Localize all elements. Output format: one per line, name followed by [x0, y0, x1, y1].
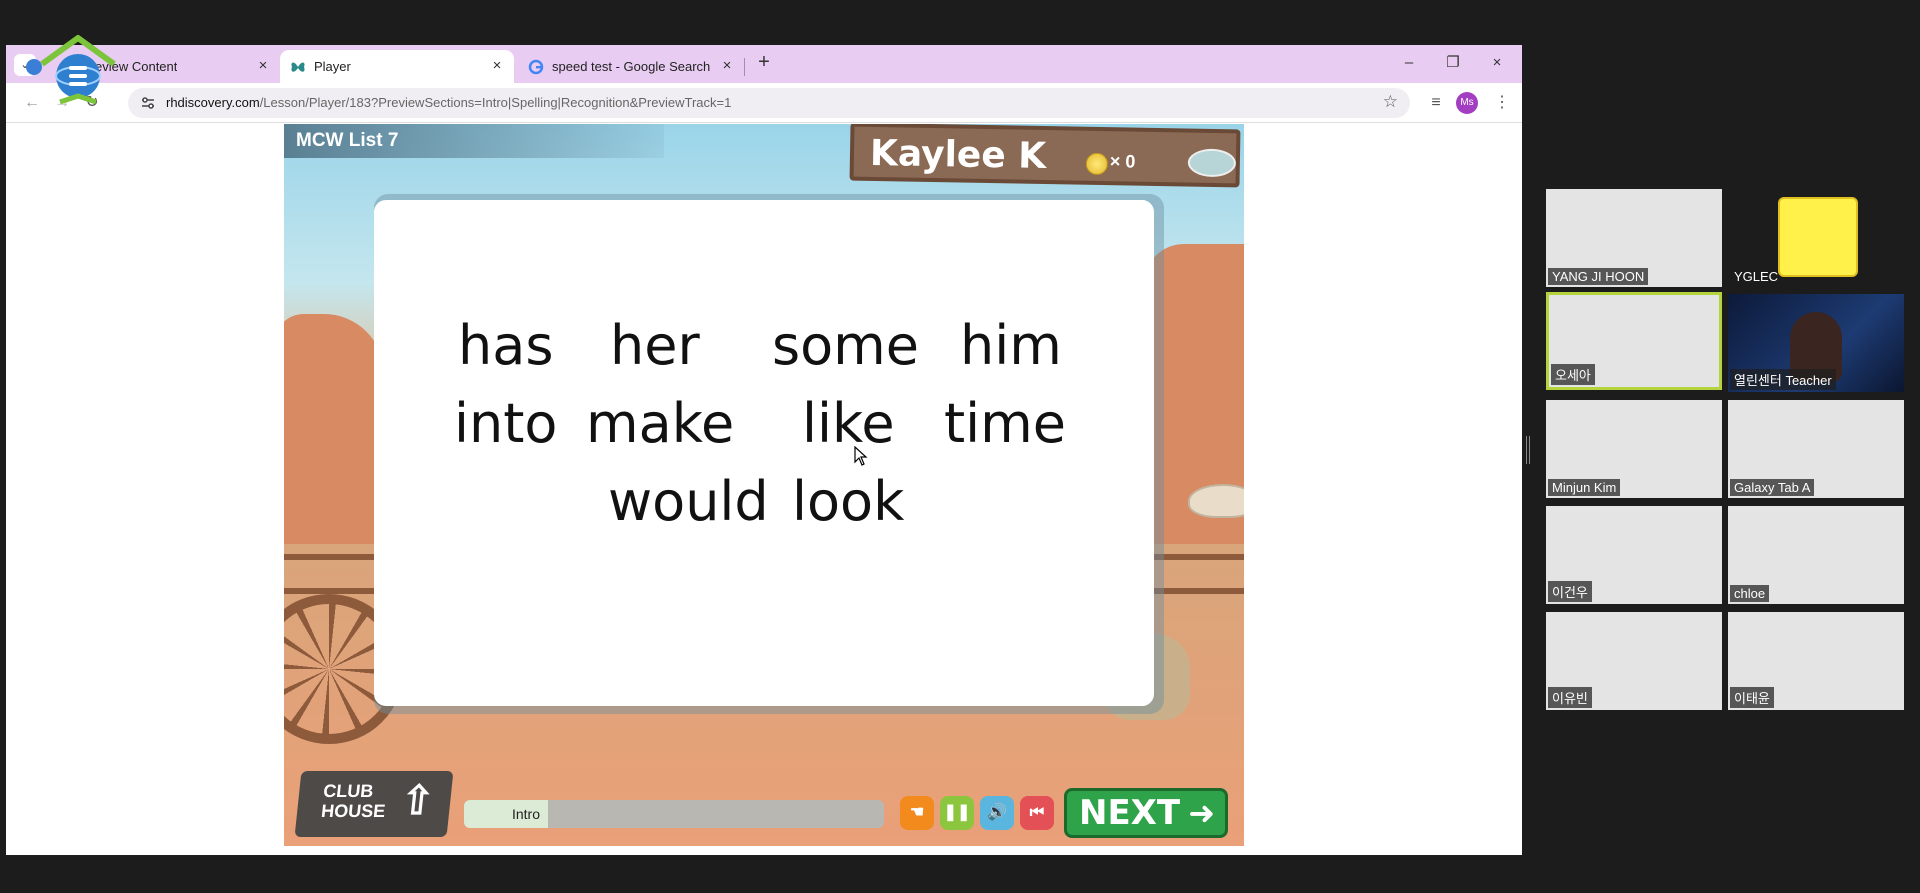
- sight-word[interactable]: some: [772, 314, 919, 377]
- close-tab-icon[interactable]: ×: [718, 57, 736, 74]
- participant-tile[interactable]: 열린센터 Teacher: [1728, 294, 1904, 392]
- tab-title: speed test - Google Search: [552, 59, 711, 74]
- list-title: MCW List 7: [284, 124, 664, 158]
- new-tab-button[interactable]: +: [752, 51, 776, 74]
- school-logo-icon: [40, 35, 116, 105]
- player-name-sign: Kaylee K × 0: [849, 124, 1241, 188]
- participant-name: 열린센터 Teacher: [1730, 369, 1836, 390]
- pause-icon: ❚❚: [943, 804, 971, 821]
- participant-tile[interactable]: Minjun Kim: [1546, 400, 1722, 498]
- sight-word[interactable]: has: [458, 314, 553, 377]
- close-tab-icon[interactable]: ×: [488, 57, 506, 74]
- pause-button[interactable]: ❚❚: [940, 796, 974, 830]
- participant-tile[interactable]: YANG JI HOON: [1546, 189, 1722, 287]
- participant-name: 이유빈: [1548, 687, 1592, 708]
- participant-tile[interactable]: 이유빈: [1546, 612, 1722, 710]
- sight-word[interactable]: time: [944, 392, 1066, 455]
- word-card: has her some him into make like time wou…: [374, 200, 1154, 706]
- browser-window: ⌄ Preview Content × Player × speed test …: [6, 45, 1522, 855]
- tab-title: Player: [314, 59, 351, 74]
- menu-kebab-icon[interactable]: ⋮: [1490, 91, 1514, 115]
- browser-toolbar: ← → ↻ rhdiscovery.com/Lesson/Player/183?…: [6, 83, 1522, 123]
- google-favicon-icon: [528, 59, 544, 74]
- sight-word[interactable]: into: [454, 392, 557, 455]
- participant-name: YANG JI HOON: [1548, 268, 1649, 285]
- section-progress-bar: Intro: [464, 800, 884, 828]
- avatar-badge-icon: [1187, 148, 1237, 178]
- participant-name: 이건우: [1548, 581, 1592, 602]
- tab-strip: ⌄ Preview Content × Player × speed test …: [6, 45, 1522, 83]
- url-text: rhdiscovery.com/Lesson/Player/183?Previe…: [166, 95, 732, 110]
- restart-button[interactable]: ⏮: [1020, 796, 1054, 830]
- sight-word[interactable]: make: [586, 392, 734, 455]
- screen: ⌄ Preview Content × Player × speed test …: [0, 0, 1920, 893]
- speaker-icon: 🔊: [987, 804, 1007, 821]
- coin-icon: [1085, 152, 1109, 176]
- lesson-player: MCW List 7 Kaylee K × 0 has her some him…: [284, 124, 1244, 846]
- participant-tile[interactable]: 이태윤: [1728, 612, 1904, 710]
- clubhouse-button[interactable]: CLUB HOUSE ⇧: [294, 771, 454, 837]
- participant-name: Galaxy Tab A: [1730, 479, 1815, 496]
- participant-tile[interactable]: Galaxy Tab A: [1728, 400, 1904, 498]
- audio-button[interactable]: 🔊: [980, 796, 1014, 830]
- minimize-button[interactable]: –: [1394, 50, 1424, 76]
- mesa-decoration: [284, 314, 384, 564]
- participant-name: chloe: [1730, 585, 1770, 602]
- page-content: MCW List 7 Kaylee K × 0 has her some him…: [6, 124, 1522, 855]
- participant-name: YGLEC: [1734, 269, 1779, 284]
- profile-avatar[interactable]: Ms: [1456, 92, 1478, 114]
- participant-name: Minjun Kim: [1548, 479, 1621, 496]
- progress-section-label: Intro: [511, 806, 540, 822]
- tab-speed-test[interactable]: speed test - Google Search ×: [518, 50, 744, 83]
- participant-tile[interactable]: chloe: [1728, 506, 1904, 604]
- participant-tile[interactable]: YGLEC: [1728, 189, 1904, 287]
- participant-tile[interactable]: 이건우: [1546, 506, 1722, 604]
- right-arrow-icon: ➜: [1188, 794, 1215, 832]
- participant-tile-active-speaker[interactable]: 오세아: [1546, 292, 1722, 390]
- next-label: NEXT: [1079, 793, 1181, 833]
- sight-word[interactable]: her: [610, 314, 700, 377]
- skip-back-icon: ⏮: [1029, 804, 1045, 821]
- cowboy-hat-icon: [1188, 484, 1244, 518]
- hand-pointer-button[interactable]: ☚: [900, 796, 934, 830]
- player-name: Kaylee K: [869, 132, 1047, 178]
- sight-word[interactable]: would: [608, 470, 769, 533]
- site-info-icon[interactable]: [140, 95, 156, 111]
- sight-word[interactable]: him: [960, 314, 1062, 377]
- close-tab-icon[interactable]: ×: [254, 57, 272, 74]
- mouse-cursor-icon: [854, 446, 868, 466]
- tab-player[interactable]: Player ×: [280, 50, 514, 83]
- participant-name: 오세아: [1551, 364, 1595, 385]
- sight-word[interactable]: look: [792, 470, 904, 533]
- restore-button[interactable]: ❐: [1438, 50, 1468, 76]
- media-controls-icon[interactable]: ≡: [1424, 91, 1448, 115]
- close-window-button[interactable]: ×: [1482, 50, 1512, 76]
- hand-icon: ☚: [909, 804, 925, 821]
- coin-count: × 0: [1109, 151, 1136, 172]
- next-button[interactable]: NEXT ➜: [1064, 788, 1228, 838]
- address-bar[interactable]: rhdiscovery.com/Lesson/Player/183?Previe…: [128, 88, 1410, 118]
- spongebob-avatar: [1778, 197, 1858, 277]
- participant-name: 이태윤: [1730, 687, 1774, 708]
- bookmark-star-icon[interactable]: ☆: [1383, 92, 1398, 112]
- butterfly-favicon-icon: [291, 61, 305, 72]
- sight-word[interactable]: like: [802, 392, 895, 455]
- up-arrow-icon: ⇧: [398, 779, 437, 823]
- panel-resize-handle[interactable]: [1526, 436, 1530, 464]
- tab-separator: [744, 58, 745, 76]
